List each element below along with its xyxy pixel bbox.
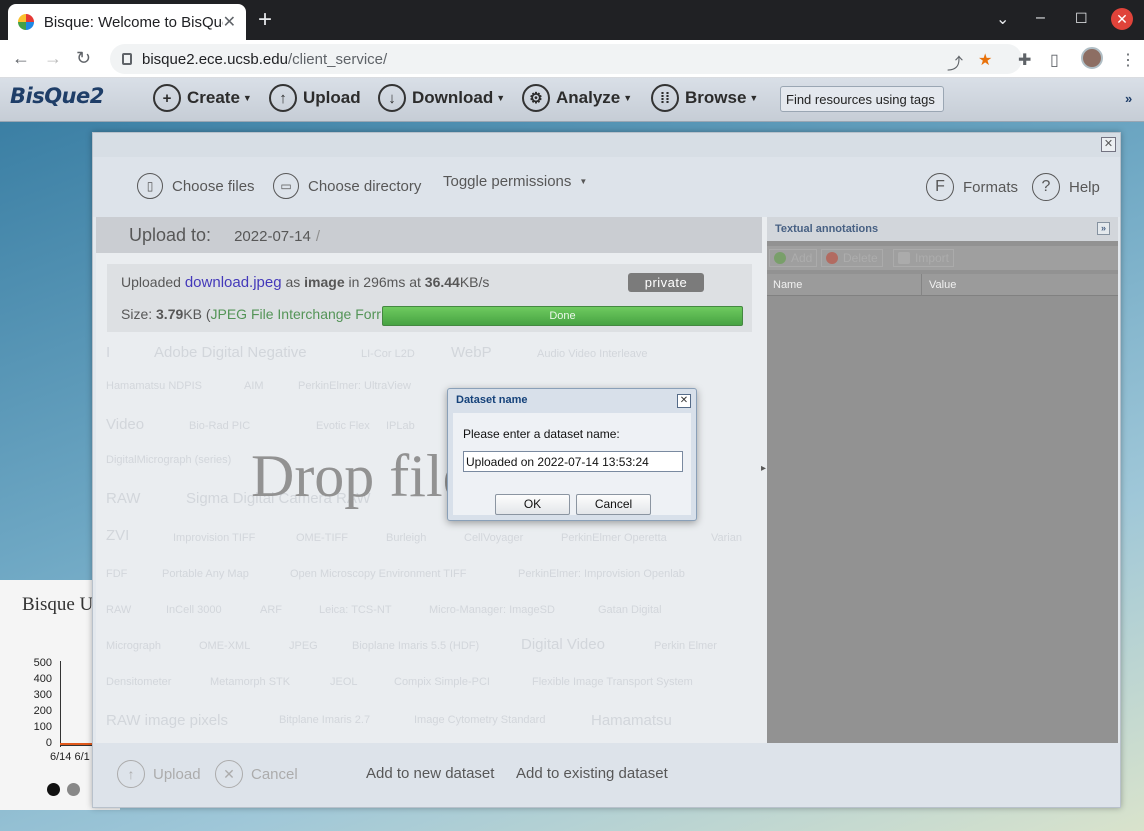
upload-icon: ↑ xyxy=(269,84,297,112)
bisque-toolbar: BisQue2 + Create ▼ ↑ Upload ↓ Download ▼ ⚙… xyxy=(0,78,1144,122)
tag-search-input[interactable]: Find resources using tags xyxy=(780,86,944,112)
window-close-icon[interactable]: ✕ xyxy=(1111,8,1133,30)
browse-menu-button[interactable]: ⁞⁞ Browse ▼ xyxy=(651,84,758,112)
dataset-name-prompt: Please enter a dataset name: xyxy=(463,427,620,441)
ok-button[interactable]: OK xyxy=(495,494,570,515)
download-label: Download xyxy=(412,88,494,107)
y-tick: 100 xyxy=(33,721,52,733)
dataset-name-input[interactable] xyxy=(463,451,683,472)
plus-icon: + xyxy=(153,84,181,112)
y-tick: 400 xyxy=(33,673,52,685)
chevron-down-icon: ▼ xyxy=(623,93,633,103)
new-tab-icon[interactable]: + xyxy=(258,7,272,33)
bisque-logo[interactable]: BisQue2 xyxy=(10,84,104,108)
minimize-icon[interactable]: – xyxy=(1036,9,1045,27)
upload-label: Upload xyxy=(303,88,361,107)
y-tick: 500 xyxy=(33,657,52,669)
tab-title: Bisque: Welcome to BisQue xyxy=(43,13,223,31)
analyze-menu-button[interactable]: ⚙ Analyze ▼ xyxy=(522,84,632,112)
background-chart: 500 400 300 200 100 0 6/14 6/1 xyxy=(30,655,100,765)
browse-label: Browse xyxy=(685,88,747,107)
create-menu-button[interactable]: + Create ▼ xyxy=(153,84,252,112)
reload-icon[interactable]: ↻ xyxy=(76,48,91,69)
share-icon[interactable]: ⤴ xyxy=(947,50,963,74)
double-chevron-right-icon[interactable]: » xyxy=(1125,91,1132,106)
browser-tabbar: Bisque: Welcome to BisQue ✕ + ⌄ – ☐ ✕ xyxy=(0,0,1144,40)
x-tick: 6/14 xyxy=(50,751,72,763)
create-label: Create xyxy=(187,88,240,107)
grid-icon: ⁞⁞ xyxy=(651,84,679,112)
browser-tab[interactable]: Bisque: Welcome to BisQue ✕ xyxy=(8,4,246,40)
bookmark-star-icon[interactable]: ★ xyxy=(978,50,992,70)
download-icon: ↓ xyxy=(378,84,406,112)
forward-icon[interactable]: → xyxy=(44,48,62,69)
carousel-dot[interactable] xyxy=(67,783,80,796)
browser-toolbar: ← → ↻ bisque2.ece.ucsb.edu/client_servic… xyxy=(0,40,1144,78)
maximize-icon[interactable]: ☐ xyxy=(1075,10,1088,27)
y-tick: 300 xyxy=(33,689,52,701)
back-icon[interactable]: ← xyxy=(12,48,30,69)
dialog-close-icon[interactable]: ✕ xyxy=(677,394,691,408)
profile-avatar[interactable] xyxy=(1081,47,1103,69)
y-axis-line xyxy=(60,661,61,747)
analyze-label: Analyze xyxy=(556,88,621,107)
dialog-body: Please enter a dataset name: OK Cancel xyxy=(453,413,691,515)
upload-menu-button[interactable]: ↑ Upload xyxy=(269,84,361,112)
browser-menu-icon[interactable]: ⋮ xyxy=(1120,50,1136,70)
background-panel-title: Bisque U xyxy=(22,594,94,615)
address-bar[interactable]: bisque2.ece.ucsb.edu/client_service/ xyxy=(110,44,1022,74)
url-host: bisque2.ece.ucsb.edu xyxy=(142,50,288,68)
cancel-button[interactable]: Cancel xyxy=(576,494,651,515)
chevron-down-icon: ▼ xyxy=(496,93,506,103)
x-tick: 6/1 xyxy=(74,751,90,763)
tab-search-chevron-icon[interactable]: ⌄ xyxy=(996,9,1009,29)
dataset-name-dialog: Dataset name ✕ Please enter a dataset na… xyxy=(447,388,697,521)
side-panel-icon[interactable]: ▯ xyxy=(1050,50,1059,70)
gear-icon: ⚙ xyxy=(522,84,550,112)
carousel-dot-active[interactable] xyxy=(47,783,60,796)
chevron-down-icon: ▼ xyxy=(242,93,252,103)
tab-close-icon[interactable]: ✕ xyxy=(223,12,236,32)
extensions-puzzle-icon[interactable]: ✚ xyxy=(1018,50,1031,70)
lock-icon xyxy=(122,53,132,65)
y-tick: 200 xyxy=(33,705,52,717)
y-tick: 0 xyxy=(45,737,52,749)
chevron-down-icon: ▼ xyxy=(749,93,759,103)
download-menu-button[interactable]: ↓ Download ▼ xyxy=(378,84,505,112)
url-path: /client_service/ xyxy=(287,50,388,68)
dialog-title: Dataset name xyxy=(456,394,528,406)
bisque-favicon-icon xyxy=(18,14,34,30)
